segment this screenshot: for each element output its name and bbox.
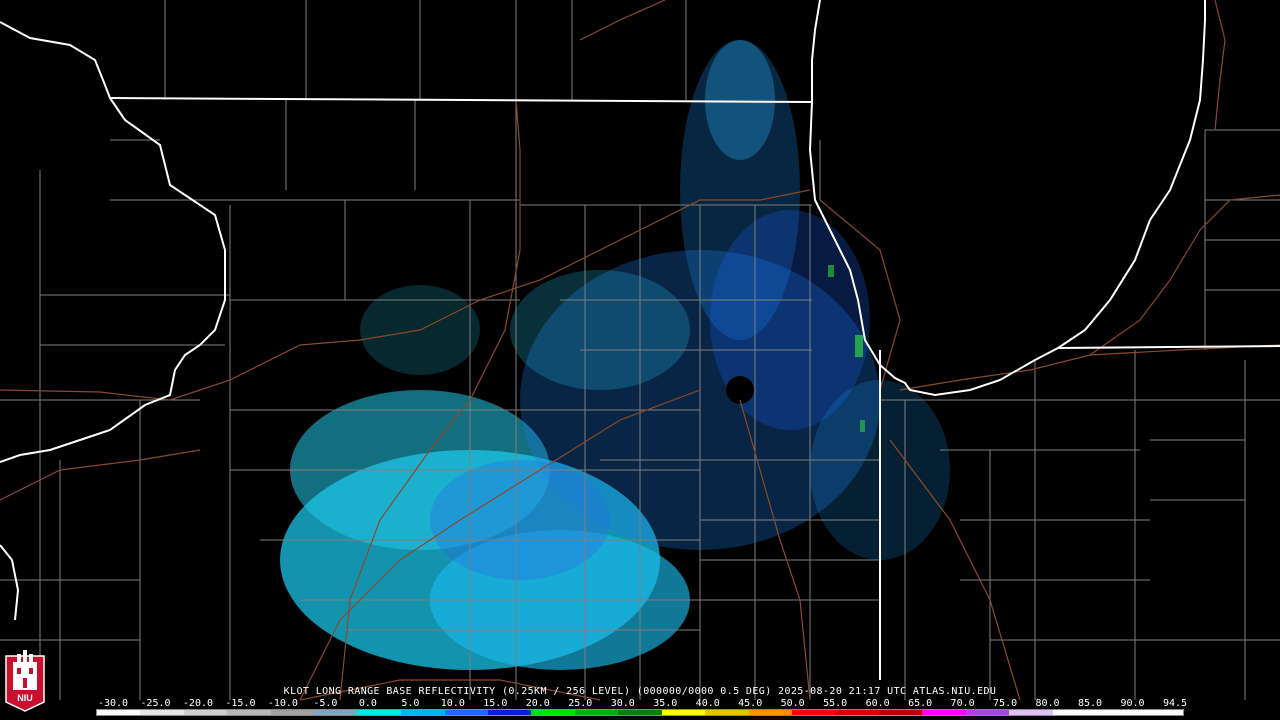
logo-text: NIU bbox=[17, 693, 33, 703]
colorbar-swatch bbox=[792, 710, 836, 715]
colorbar-swatch bbox=[357, 710, 402, 715]
colorbar-swatch bbox=[444, 710, 488, 715]
colorbar-tick-label: 5.0 bbox=[401, 698, 420, 709]
colorbar-tick-label: 35.0 bbox=[653, 698, 678, 709]
colorbar-swatch bbox=[1096, 710, 1140, 715]
colorbar-swatch bbox=[97, 710, 141, 715]
colorbar-swatch bbox=[878, 710, 923, 715]
radar-echoes bbox=[280, 40, 950, 670]
colorbar-swatch bbox=[270, 710, 315, 715]
colorbar-swatch bbox=[401, 710, 445, 715]
colorbar bbox=[96, 709, 1184, 716]
colorbar-swatch bbox=[140, 710, 184, 715]
colorbar-tick-label: 55.0 bbox=[823, 698, 848, 709]
colorbar-tick-label: -30.0 bbox=[97, 698, 129, 709]
colorbar-tick-label: -15.0 bbox=[225, 698, 256, 709]
colorbar-tick-label: 75.0 bbox=[993, 698, 1018, 709]
colorbar-swatch bbox=[227, 710, 271, 715]
colorbar-tick-label: 25.0 bbox=[568, 698, 593, 709]
colorbar-tick-label: 40.0 bbox=[695, 698, 720, 709]
colorbar-tick-label: 20.0 bbox=[525, 698, 550, 709]
colorbar-swatch bbox=[922, 710, 966, 715]
colorbar-tick-label: 60.0 bbox=[865, 698, 890, 709]
radar-map bbox=[0, 0, 1280, 701]
colorbar-tick-label: -5.0 bbox=[313, 698, 338, 709]
colorbar-tick-label: 10.0 bbox=[440, 698, 465, 709]
colorbar-swatch bbox=[618, 710, 662, 715]
colorbar-tick-label: -10.0 bbox=[267, 698, 298, 709]
colorbar-tick-label: 70.0 bbox=[950, 698, 975, 709]
colorbar-tick-label: 50.0 bbox=[780, 698, 805, 709]
colorbar-tick-label: 85.0 bbox=[1077, 698, 1103, 709]
product-caption: KLOT LONG RANGE BASE REFLECTIVITY (0.25K… bbox=[283, 686, 997, 697]
colorbar-tick-label: 45.0 bbox=[738, 698, 763, 709]
colorbar-swatch bbox=[183, 710, 228, 715]
colorbar-tick-label: 90.0 bbox=[1120, 698, 1145, 709]
colorbar-swatch bbox=[748, 710, 792, 715]
colorbar-swatch bbox=[1052, 710, 1097, 715]
colorbar-tick-label: 94.5 bbox=[1162, 698, 1188, 709]
colorbar-swatch bbox=[705, 710, 749, 715]
colorbar-swatch bbox=[1009, 710, 1053, 715]
colorbar-swatch bbox=[574, 710, 619, 715]
colorbar-swatch bbox=[531, 710, 575, 715]
colorbar-swatch bbox=[1139, 710, 1183, 715]
colorbar-tick-label: 0.0 bbox=[358, 698, 377, 709]
niu-logo: NIU bbox=[5, 650, 45, 712]
colorbar-swatch bbox=[661, 710, 706, 715]
colorbar-tick-label: 30.0 bbox=[610, 698, 635, 709]
colorbar-tick-label: 80.0 bbox=[1035, 698, 1060, 709]
colorbar-swatch bbox=[487, 710, 532, 715]
colorbar-swatch bbox=[314, 710, 358, 715]
colorbar-tick-label: -25.0 bbox=[140, 698, 171, 709]
colorbar-tick-labels: -30.0 -25.0 -20.0 -15.0 -10.0 -5.0 0.0 5.0 10.0 1… bbox=[0, 698, 1280, 709]
colorbar-tick-label: 15.0 bbox=[483, 698, 508, 709]
colorbar-tick-label: 65.0 bbox=[908, 698, 933, 709]
lake-michigan-shoreline bbox=[808, 0, 1206, 397]
colorbar-swatch bbox=[965, 710, 1010, 715]
colorbar-swatch bbox=[835, 710, 879, 715]
colorbar-tick-label: -20.0 bbox=[182, 698, 214, 709]
